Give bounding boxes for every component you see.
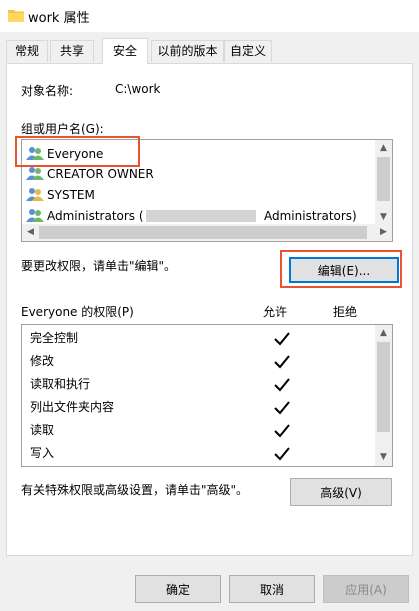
allow-header: 允许 — [263, 305, 288, 319]
list-item-label: Administrators ( — [47, 209, 144, 223]
permission-name: 列出文件夹内容 — [30, 400, 115, 414]
users-icon — [26, 188, 44, 201]
list-item-administrators[interactable]: Administrators ( Administrators) — [26, 206, 376, 226]
permission-row-modify: 修改 — [30, 350, 54, 373]
permission-name: 读取 — [30, 423, 55, 437]
permissions-vertical-scrollbar[interactable]: ▲ ▼ — [375, 325, 392, 466]
scroll-down-arrow-icon[interactable]: ▼ — [375, 449, 392, 466]
permission-row-list-folder: 列出文件夹内容 — [30, 396, 114, 419]
advanced-hint: 有关特殊权限或高级设置，请单击"高级"。 — [21, 483, 249, 497]
allow-check-icon — [274, 401, 290, 415]
permission-name: 修改 — [30, 354, 55, 368]
permission-name: 完全控制 — [30, 331, 79, 345]
cancel-button[interactable]: 取消 — [229, 575, 315, 603]
scroll-thumb[interactable] — [39, 226, 367, 239]
group-list-horizontal-scrollbar[interactable]: ◀ ▶ — [22, 224, 392, 241]
list-item-creator-owner[interactable]: CREATOR OWNER — [26, 164, 154, 184]
list-item-system[interactable]: SYSTEM — [26, 185, 95, 205]
users-icon — [26, 167, 44, 180]
tab-customize[interactable]: 自定义 — [224, 40, 272, 62]
deny-header: 拒绝 — [333, 305, 358, 319]
highlight-box-everyone — [15, 136, 140, 167]
scroll-thumb[interactable] — [377, 157, 390, 201]
permission-row-read-execute: 读取和执行 — [30, 373, 90, 396]
list-item-label-end: Administrators) — [264, 209, 357, 223]
tab-general[interactable]: 常规 — [6, 40, 48, 62]
scroll-right-arrow-icon[interactable]: ▶ — [375, 224, 392, 241]
tab-sharing[interactable]: 共享 — [50, 40, 94, 62]
scroll-up-arrow-icon[interactable]: ▲ — [375, 140, 392, 157]
tab-security[interactable]: 安全 — [102, 38, 148, 64]
permission-row-write: 写入 — [30, 442, 54, 465]
tab-previous-versions[interactable]: 以前的版本 — [151, 40, 224, 62]
folder-icon — [8, 10, 24, 22]
scroll-thumb[interactable] — [377, 342, 390, 432]
allow-check-icon — [274, 424, 290, 438]
tab-strip: 常规 共享 安全 以前的版本 自定义 — [0, 38, 419, 64]
edit-hint: 要更改权限，请单击"编辑"。 — [21, 259, 177, 273]
scroll-up-arrow-icon[interactable]: ▲ — [375, 325, 392, 342]
permission-row-full-control: 完全控制 — [30, 327, 78, 350]
permission-name: 读取和执行 — [30, 377, 91, 391]
apply-button[interactable]: 应用(A) — [323, 575, 409, 603]
permissions-list: 完全控制 修改 读取和执行 列出文件夹内容 读取 写入 ▲ ▼ — [21, 324, 393, 467]
object-name-value: C:\work — [115, 82, 161, 96]
allow-check-icon — [274, 378, 290, 392]
advanced-button[interactable]: 高级(V) — [290, 478, 392, 506]
ok-button[interactable]: 确定 — [135, 575, 221, 603]
scroll-left-arrow-icon[interactable]: ◀ — [22, 224, 39, 241]
allow-check-icon — [274, 355, 290, 369]
allow-check-icon — [274, 332, 290, 346]
redacted-region — [146, 210, 256, 222]
users-icon — [26, 209, 44, 222]
highlight-box-edit — [280, 250, 402, 288]
window-title: work 属性 — [28, 11, 90, 26]
permission-name: 写入 — [30, 446, 55, 460]
groups-label: 组或用户名(G): — [21, 122, 104, 136]
permissions-title: Everyone 的权限(P) — [21, 305, 134, 319]
list-item-label: SYSTEM — [47, 188, 95, 202]
security-panel: 对象名称: C:\work 组或用户名(G): Everyone CREATOR… — [6, 63, 413, 556]
title-bar: work 属性 — [0, 0, 419, 32]
permission-row-read: 读取 — [30, 419, 54, 442]
list-item-label: CREATOR OWNER — [47, 167, 154, 181]
object-name-label: 对象名称: — [21, 84, 74, 98]
group-list-vertical-scrollbar[interactable]: ▲ ▼ — [375, 140, 392, 226]
allow-check-icon — [274, 447, 290, 461]
